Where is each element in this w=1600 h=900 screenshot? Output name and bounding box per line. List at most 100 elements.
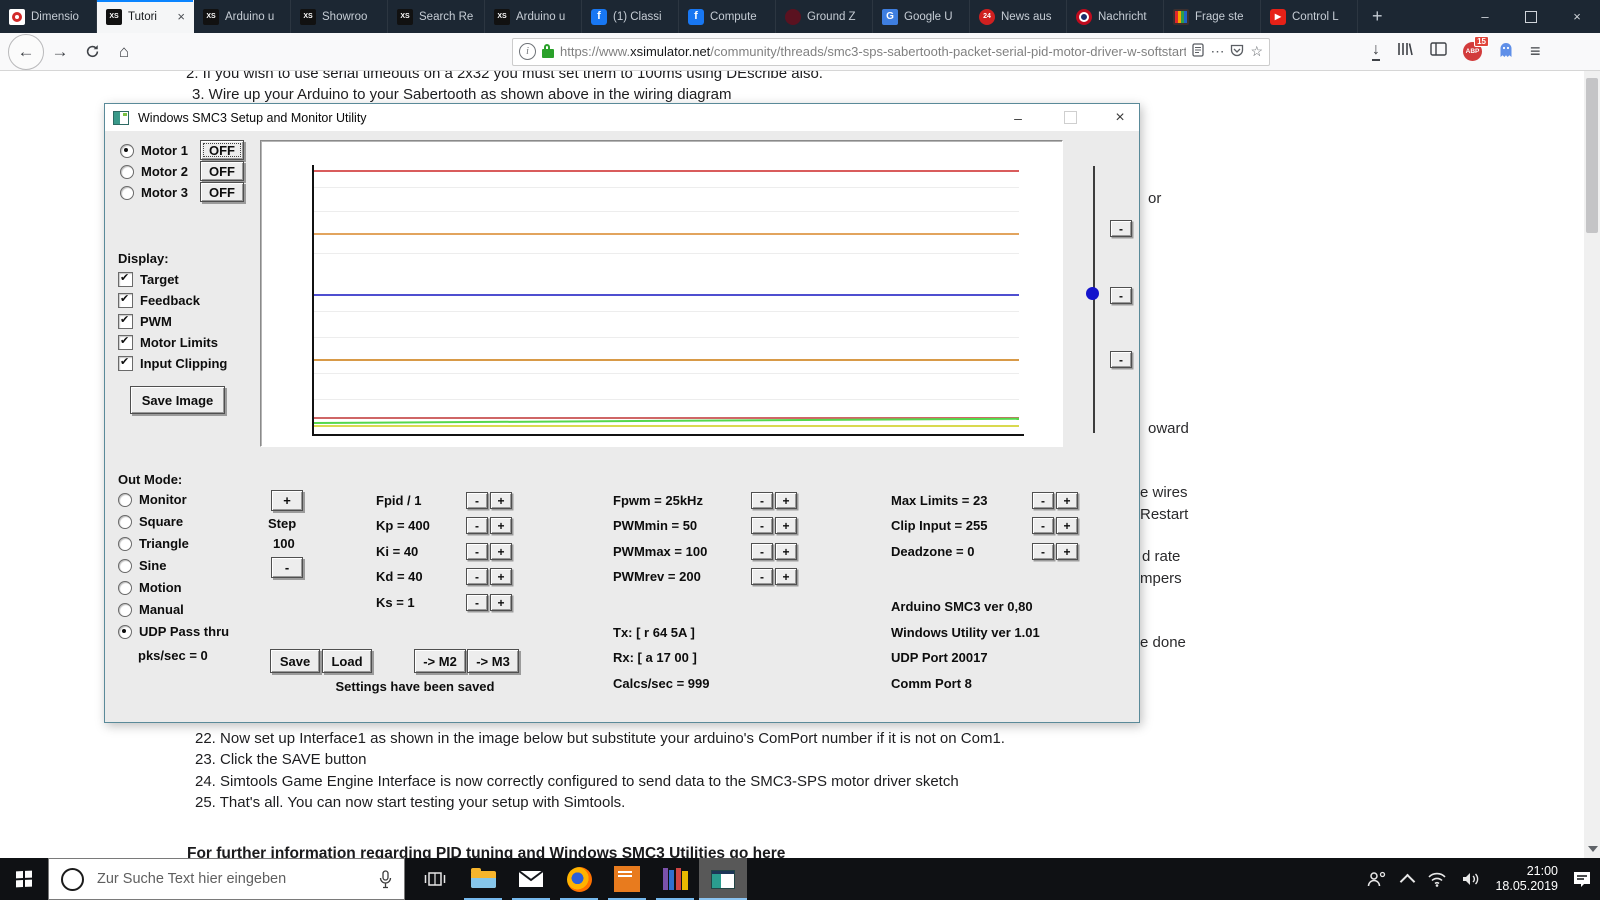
pwmmax-minus-button[interactable]: - <box>751 543 773 560</box>
smc3-minimize-button[interactable]: – <box>1003 104 1033 131</box>
reader-view-icon[interactable] <box>1192 43 1204 60</box>
tab-dimension[interactable]: Dimensio <box>0 0 97 33</box>
action-center-icon[interactable] <box>1572 870 1592 888</box>
wifi-icon[interactable] <box>1427 871 1447 887</box>
new-tab-button[interactable]: + <box>1358 0 1397 33</box>
forward-button[interactable]: → <box>44 36 76 68</box>
pwmrev-plus-button[interactable]: + <box>775 568 797 585</box>
feedback-checkbox[interactable] <box>118 293 133 308</box>
copy-to-m2-button[interactable]: -> M2 <box>414 649 466 673</box>
motor2-off-button[interactable]: OFF <box>200 161 244 181</box>
trace-minus-button-lower[interactable]: - <box>1110 351 1132 368</box>
monitor-radio[interactable] <box>118 493 132 507</box>
bookmark-star-icon[interactable]: ☆ <box>1250 43 1263 60</box>
taskbar-search-input[interactable]: Zur Suche Text hier eingeben <box>48 858 405 900</box>
square-radio[interactable] <box>118 515 132 529</box>
tab-showroom[interactable]: XS Showroo <box>291 0 388 33</box>
reload-button[interactable] <box>76 36 108 68</box>
clip-input-minus-button[interactable]: - <box>1032 517 1054 534</box>
pocket-icon[interactable] <box>1230 44 1244 60</box>
pwm-checkbox[interactable] <box>118 314 133 329</box>
motor2-radio[interactable] <box>120 165 134 179</box>
taskbar-firefox[interactable] <box>555 858 603 900</box>
scrollbar-down-arrow[interactable] <box>1588 846 1598 852</box>
tab-arduino-2[interactable]: XS Arduino u <box>485 0 582 33</box>
copy-to-m3-button[interactable]: -> M3 <box>467 649 519 673</box>
adblock-icon[interactable]: ABP15 <box>1463 42 1482 61</box>
input-clipping-checkbox[interactable] <box>118 356 133 371</box>
motor1-off-button[interactable]: OFF <box>200 140 244 160</box>
kp-minus-button[interactable]: - <box>466 517 488 534</box>
tab-tutorial-active[interactable]: XS Tutori × <box>97 0 194 33</box>
library-icon[interactable] <box>1396 41 1414 62</box>
step-plus-button[interactable]: + <box>271 490 303 511</box>
tab-ground-zero[interactable]: Ground Z <box>776 0 873 33</box>
target-checkbox[interactable] <box>118 272 133 287</box>
url-bar[interactable]: i https://www.xsimulator.net/community/t… <box>512 38 1270 66</box>
tab-google[interactable]: G Google U <box>873 0 970 33</box>
max-limits-plus-button[interactable]: + <box>1056 492 1078 509</box>
downloads-icon[interactable]: ↓ <box>1372 43 1380 61</box>
browser-scrollbar[interactable] <box>1584 70 1600 858</box>
menu-icon[interactable]: ≡ <box>1530 41 1541 62</box>
manual-radio[interactable] <box>118 603 132 617</box>
motor-limits-checkbox[interactable] <box>118 335 133 350</box>
tab-facebook-1[interactable]: f (1) Classi <box>582 0 679 33</box>
deadzone-minus-button[interactable]: - <box>1032 543 1054 560</box>
https-lock-icon[interactable] <box>542 49 554 58</box>
udp-pass-thru-radio[interactable] <box>118 625 132 639</box>
kd-plus-button[interactable]: + <box>490 568 512 585</box>
browser-minimize-button[interactable]: – <box>1462 0 1508 33</box>
start-button[interactable] <box>0 858 48 900</box>
motor3-radio[interactable] <box>120 186 134 200</box>
taskbar-mail[interactable] <box>507 858 555 900</box>
home-button[interactable]: ⌂ <box>108 36 140 68</box>
task-view-button[interactable] <box>411 858 459 900</box>
smc3-close-button[interactable]: × <box>1105 104 1135 131</box>
ki-minus-button[interactable]: - <box>466 543 488 560</box>
pwmmin-minus-button[interactable]: - <box>751 517 773 534</box>
tray-expand-icon[interactable] <box>1400 873 1416 889</box>
kd-minus-button[interactable]: - <box>466 568 488 585</box>
fpid-plus-button[interactable]: + <box>490 492 512 509</box>
smc3-titlebar[interactable]: Windows SMC3 Setup and Monitor Utility –… <box>105 104 1139 131</box>
fpwm-plus-button[interactable]: + <box>775 492 797 509</box>
pwmmin-plus-button[interactable]: + <box>775 517 797 534</box>
ki-plus-button[interactable]: + <box>490 543 512 560</box>
fpid-minus-button[interactable]: - <box>466 492 488 509</box>
triangle-radio[interactable] <box>118 537 132 551</box>
tab-news[interactable]: 24 News aus <box>970 0 1067 33</box>
save-button[interactable]: Save <box>270 649 320 673</box>
taskbar-smc3-active[interactable] <box>699 858 747 900</box>
volume-icon[interactable] <box>1461 871 1481 887</box>
pwmrev-minus-button[interactable]: - <box>751 568 773 585</box>
tab-frage[interactable]: Frage ste <box>1164 0 1261 33</box>
sine-radio[interactable] <box>118 559 132 573</box>
tab-facebook-2[interactable]: f Compute <box>679 0 776 33</box>
fpwm-minus-button[interactable]: - <box>751 492 773 509</box>
tab-nachrichten[interactable]: Nachricht <box>1067 0 1164 33</box>
motor3-off-button[interactable]: OFF <box>200 182 244 202</box>
microphone-icon[interactable] <box>379 870 392 889</box>
trace-minus-button-upper[interactable]: - <box>1110 220 1132 237</box>
taskbar-clock[interactable]: 21:00 18.05.2019 <box>1495 864 1558 894</box>
people-icon[interactable] <box>1366 870 1388 888</box>
sidebar-icon[interactable] <box>1430 42 1447 61</box>
back-button[interactable]: ← <box>8 34 44 70</box>
trace-minus-button-middle[interactable]: - <box>1110 287 1132 304</box>
max-limits-minus-button[interactable]: - <box>1032 492 1054 509</box>
clip-input-plus-button[interactable]: + <box>1056 517 1078 534</box>
motion-radio[interactable] <box>118 581 132 595</box>
load-button[interactable]: Load <box>322 649 372 673</box>
browser-restore-button[interactable] <box>1508 0 1554 33</box>
motor1-radio[interactable] <box>120 144 134 158</box>
step-minus-button[interactable]: - <box>271 557 303 578</box>
scrollbar-thumb[interactable] <box>1586 78 1598 233</box>
url-text[interactable]: https://www.xsimulator.net/community/thr… <box>560 44 1186 59</box>
scale-slider-handle[interactable] <box>1086 287 1099 300</box>
browser-close-button[interactable]: × <box>1554 0 1600 33</box>
ks-minus-button[interactable]: - <box>466 594 488 611</box>
tab-search[interactable]: XS Search Re <box>388 0 485 33</box>
deadzone-plus-button[interactable]: + <box>1056 543 1078 560</box>
tab-close-icon[interactable]: × <box>175 9 187 24</box>
